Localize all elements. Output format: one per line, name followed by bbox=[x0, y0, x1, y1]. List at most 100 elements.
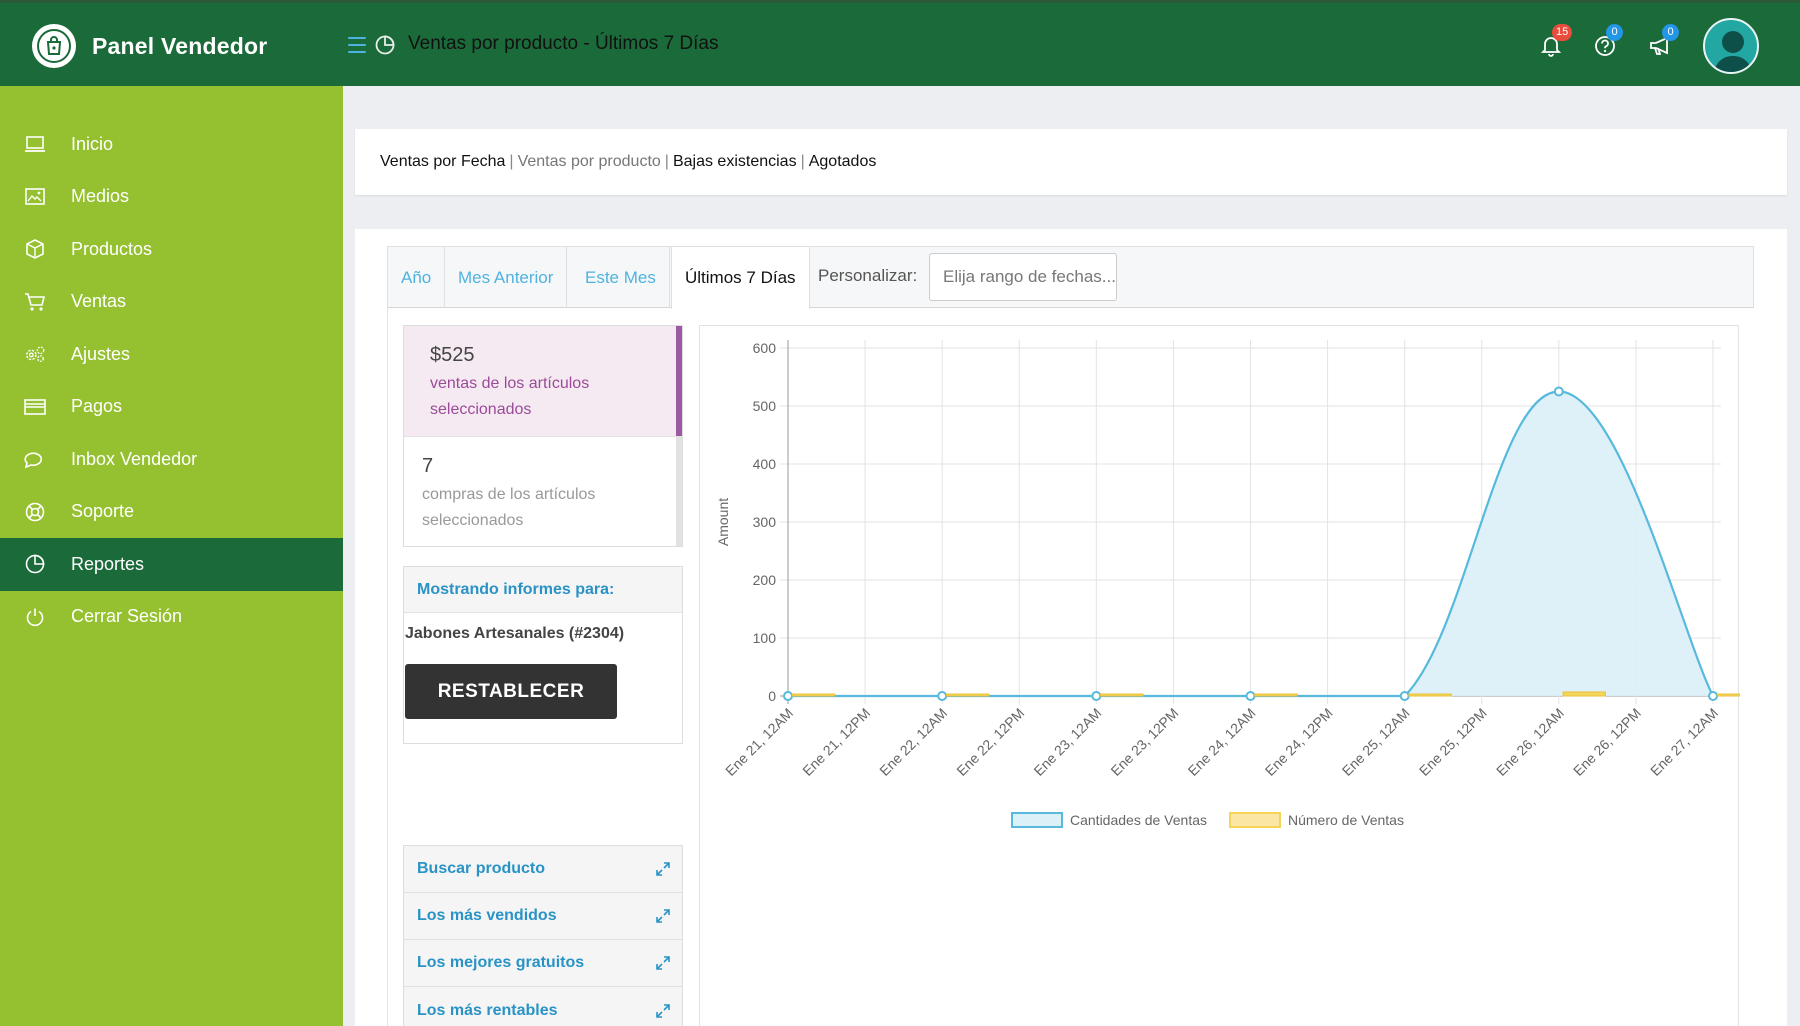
expand-icon[interactable] bbox=[656, 909, 670, 923]
gears-icon bbox=[24, 343, 46, 365]
sidebar-item-label: Productos bbox=[71, 238, 153, 259]
sidebar-nav: Inicio Medios Productos Ventas Ajustes P… bbox=[0, 86, 343, 643]
x-tick-label: Ene 26, 12PM bbox=[1570, 705, 1644, 779]
stat-purchases-value: 7 bbox=[422, 455, 434, 477]
stat-purchases-label: compras de los artículos seleccionados bbox=[422, 486, 596, 529]
sales-chart: 0 100 200 300 400 500 600 Ene 21, 12AM Ene 21, 1… bbox=[699, 325, 1740, 1026]
stat-purchases: 7 compras de los artículos seleccionados bbox=[404, 436, 682, 546]
widget-los-mejores-gratuitos[interactable]: Los mejores gratuitos bbox=[404, 940, 682, 987]
help-icon[interactable]: 0 bbox=[1592, 24, 1623, 59]
sidebar-item-label: Reportes bbox=[71, 553, 145, 574]
user-silhouette-icon bbox=[1713, 31, 1753, 72]
range-tab-este-mes[interactable]: Este Mes bbox=[572, 247, 670, 308]
bar-numero-ventas bbox=[945, 693, 990, 697]
sidebar-item-label: Inicio bbox=[71, 133, 114, 154]
widget-label: Los más rentables bbox=[417, 1001, 558, 1019]
stat-sales: $525 ventas de los artículos seleccionad… bbox=[404, 326, 682, 436]
y-axis-label: Amount bbox=[715, 498, 731, 546]
range-tab-ano[interactable]: Año bbox=[388, 247, 446, 308]
tab-separator: | bbox=[509, 153, 514, 170]
sidebar-item-productos[interactable]: Productos bbox=[0, 223, 343, 276]
tab-bajas-existencias[interactable]: Bajas existencias bbox=[673, 153, 797, 171]
filter-heading: Mostrando informes para: bbox=[404, 567, 682, 613]
box-icon bbox=[24, 238, 46, 260]
y-tick-label: 500 bbox=[753, 398, 777, 414]
legend-swatch bbox=[1011, 812, 1063, 828]
sidebar-item-pagos[interactable]: Pagos bbox=[0, 381, 343, 434]
page-title: Ventas por producto - Últimos 7 Días bbox=[408, 33, 719, 54]
sales-chart-svg: 0 100 200 300 400 500 600 Ene 21, 12AM Ene 21, 1… bbox=[715, 340, 1740, 828]
sidebar-item-soporte[interactable]: Soporte bbox=[0, 486, 343, 539]
sidebar-item-label: Ventas bbox=[71, 291, 127, 312]
expand-icon[interactable] bbox=[656, 862, 670, 876]
sidebar-item-medios[interactable]: Medios bbox=[0, 171, 343, 224]
widget-los-mas-vendidos[interactable]: Los más vendidos bbox=[404, 893, 682, 940]
brand[interactable]: Panel Vendedor bbox=[0, 3, 343, 89]
y-tick-label: 0 bbox=[768, 688, 776, 704]
chat-icon bbox=[24, 448, 46, 470]
legend-swatch bbox=[1229, 812, 1281, 828]
widget-buscar-producto[interactable]: Buscar producto bbox=[404, 846, 682, 893]
tab-agotados[interactable]: Agotados bbox=[809, 153, 877, 171]
y-tick-label: 300 bbox=[753, 514, 777, 530]
notifications-bell-icon[interactable]: 15 bbox=[1538, 24, 1573, 59]
bar-numero-ventas bbox=[1100, 693, 1144, 697]
panel-divider bbox=[387, 308, 388, 1026]
sidebar-item-label: Inbox Vendedor bbox=[71, 448, 198, 469]
laptop-icon bbox=[24, 133, 46, 155]
data-point-cantidades bbox=[1553, 386, 1564, 397]
data-point-cantidades bbox=[1245, 691, 1256, 701]
x-tick-label: Ene 23, 12AM bbox=[1030, 705, 1104, 779]
x-tick-label: Ene 21, 12PM bbox=[799, 705, 873, 779]
sidebar-item-ventas[interactable]: Ventas bbox=[0, 276, 343, 329]
x-tick-label: Ene 25, 12AM bbox=[1339, 705, 1413, 779]
data-point-cantidades bbox=[783, 691, 793, 701]
x-tick-label: Ene 22, 12PM bbox=[953, 705, 1027, 779]
legend-label: Cantidades de Ventas bbox=[1070, 812, 1207, 828]
megaphone-icon[interactable]: 0 bbox=[1648, 24, 1679, 59]
reset-button[interactable]: RESTABLECER bbox=[405, 664, 617, 719]
bar-numero-ventas bbox=[1408, 693, 1452, 697]
sidebar-item-inicio[interactable]: Inicio bbox=[0, 118, 343, 171]
sidebar-item-cerrar-sesion[interactable]: Cerrar Sesión bbox=[0, 591, 343, 644]
notifications-badge: 15 bbox=[1552, 24, 1573, 41]
x-tick-label: Ene 22, 12AM bbox=[876, 705, 950, 779]
report-panel: Año Mes Anterior Este Mes Últimos 7 Días… bbox=[355, 229, 1787, 1026]
expand-icon[interactable] bbox=[656, 956, 670, 970]
range-tab-mes-anterior[interactable]: Mes Anterior bbox=[445, 247, 568, 308]
widget-label: Buscar producto bbox=[417, 860, 546, 877]
sidebar-item-ajustes[interactable]: Ajustes bbox=[0, 328, 343, 381]
widget-label: Los más vendidos bbox=[417, 907, 557, 924]
report-type-tabs: Ventas por Fecha | Ventas por producto |… bbox=[355, 129, 1787, 195]
sidebar-item-reportes[interactable]: Reportes bbox=[0, 538, 343, 591]
widget-label: Los mejores gratuitos bbox=[417, 954, 585, 971]
reports-pie-icon bbox=[375, 35, 395, 55]
sidebar-item-inbox-vendedor[interactable]: Inbox Vendedor bbox=[0, 433, 343, 486]
credit-card-icon bbox=[24, 396, 46, 418]
stat-sales-value: $525 bbox=[430, 344, 475, 366]
menu-toggle-icon[interactable] bbox=[348, 37, 366, 53]
help-badge: 0 bbox=[1606, 24, 1623, 41]
sidebar-item-label: Soporte bbox=[71, 501, 135, 522]
bar-numero-ventas bbox=[1254, 693, 1298, 697]
user-avatar[interactable] bbox=[1703, 18, 1759, 74]
sidebar: Inicio Medios Productos Ventas Ajustes P… bbox=[0, 86, 343, 1026]
sidebar-item-label: Cerrar Sesión bbox=[71, 606, 183, 627]
tab-ventas-por-fecha[interactable]: Ventas por Fecha bbox=[380, 153, 505, 171]
data-point-cantidades bbox=[937, 691, 948, 701]
widget-los-mas-rentables[interactable]: Los más rentables bbox=[404, 987, 682, 1026]
expand-icon[interactable] bbox=[656, 1003, 670, 1018]
date-range-input[interactable] bbox=[929, 253, 1117, 301]
tab-separator: | bbox=[800, 153, 805, 170]
sidebar-item-label: Medios bbox=[71, 186, 130, 207]
tab-ventas-por-producto[interactable]: Ventas por producto bbox=[518, 153, 661, 171]
legend-label: Número de Ventas bbox=[1288, 812, 1404, 828]
data-point-cantidades bbox=[1708, 691, 1718, 701]
main-content: Ventas por Fecha | Ventas por producto |… bbox=[343, 86, 1800, 1026]
top-bar: Panel Vendedor Ventas por producto - Últ… bbox=[0, 0, 1800, 86]
stat-sales-label: ventas de los artículos seleccionados bbox=[430, 375, 590, 418]
sidebar-item-label: Pagos bbox=[71, 396, 123, 417]
shop-logo-icon bbox=[32, 24, 76, 68]
range-tab-ultimos-7-dias[interactable]: Últimos 7 Días bbox=[671, 247, 810, 309]
summary-stats: $525 ventas de los artículos seleccionad… bbox=[403, 325, 683, 547]
